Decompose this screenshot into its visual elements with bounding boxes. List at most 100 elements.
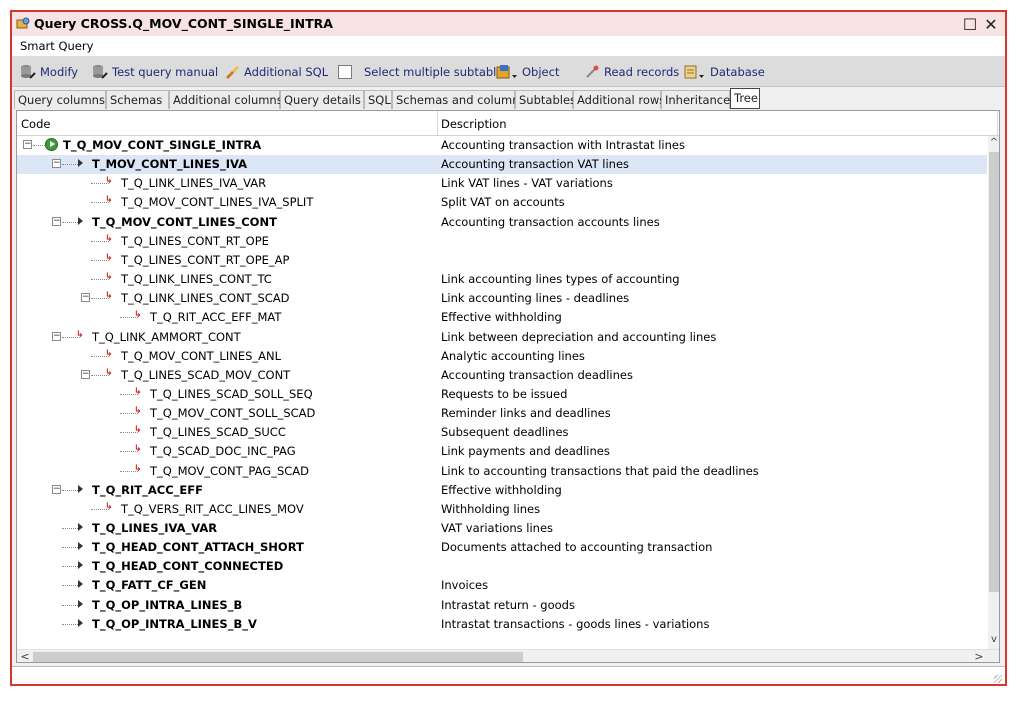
menu-smart-query[interactable]: Smart Query — [20, 39, 93, 53]
tree-row[interactable]: ↳ T_Q_LINES_CONT_RT_OPE — [17, 232, 987, 251]
tab-sql[interactable]: SQL — [364, 90, 392, 109]
column-header-description[interactable]: Description — [441, 117, 507, 131]
subtable-arrow-icon — [78, 619, 83, 627]
tab-subtables[interactable]: Subtables — [515, 90, 576, 109]
tree-row[interactable]: − ↳ T_Q_LINK_LINES_CONT_SCAD Link accountin… — [17, 289, 987, 308]
collapse-toggle-icon[interactable]: − — [52, 159, 61, 168]
tab-schemas[interactable]: Schemas — [106, 90, 169, 109]
tree-row-code: T_Q_VERS_RIT_ACC_LINES_MOV — [121, 502, 304, 516]
tree-row-description: Link payments and deadlines — [441, 444, 610, 458]
tree-row-code: T_Q_MOV_CONT_LINES_IVA_SPLIT — [121, 195, 314, 209]
tree-row-description: Accounting transaction with Intrastat li… — [441, 138, 685, 152]
tab-tree[interactable]: Tree — [730, 88, 760, 109]
column-separator[interactable] — [997, 111, 998, 135]
title-bar: Query CROSS.Q_MOV_CONT_SINGLE_INTRA ☐ ✕ — [12, 12, 1005, 36]
tree-row[interactable]: ↳ T_Q_LINES_SCAD_SUCC Subsequent deadlines — [17, 423, 987, 442]
database-button[interactable]: Database — [684, 63, 765, 81]
tree-row-code: T_Q_LINK_LINES_CONT_TC — [121, 272, 272, 286]
tree-row-code: T_Q_LINK_LINES_CONT_SCAD — [121, 291, 290, 305]
tree-row[interactable]: − T_Q_RIT_ACC_EFF Effective withholding — [17, 481, 987, 500]
tree-row-description: Intrastat return - goods — [441, 598, 575, 612]
tree-row[interactable]: − T_Q_MOV_CONT_LINES_CONT Accounting trans… — [17, 213, 987, 232]
tree-row[interactable]: ↳ T_Q_MOV_CONT_SOLL_SCAD Reminder links an… — [17, 404, 987, 423]
tree-row[interactable]: − ↳ T_Q_LINK_AMMORT_CONT Link between depre… — [17, 328, 987, 347]
collapse-toggle-icon[interactable]: − — [81, 293, 90, 302]
collapse-toggle-icon[interactable]: − — [52, 217, 61, 226]
select-multiple-subtables-toggle[interactable]: Select multiple subtables — [338, 63, 509, 81]
scroll-up-icon[interactable]: ^ — [988, 137, 999, 151]
tab-additional-rows[interactable]: Additional rows — [573, 90, 665, 109]
tree-row[interactable]: − T_MOV_CONT_LINES_IVA Accounting transact… — [17, 155, 987, 174]
vertical-scroll-thumb[interactable] — [989, 152, 999, 592]
tree-row-description: VAT variations lines — [441, 521, 554, 535]
tree-row[interactable]: T_Q_LINES_IVA_VAR VAT variations lines — [17, 519, 987, 538]
toolbar: Modify Test query manual Additional SQL … — [12, 56, 1005, 87]
vertical-scrollbar[interactable]: ^ v — [988, 136, 999, 650]
tree-row[interactable]: ↳ T_Q_MOV_CONT_PAG_SCAD Link to accounting… — [17, 462, 987, 481]
tree-row[interactable]: − ↳ T_Q_LINES_SCAD_MOV_CONT Accounting tran… — [17, 366, 987, 385]
tree-row-description: Split VAT on accounts — [441, 195, 565, 209]
collapse-toggle-icon[interactable]: − — [81, 370, 90, 379]
horizontal-scrollbar[interactable]: < > — [17, 649, 999, 662]
tree-row[interactable]: ↳ T_Q_RIT_ACC_EFF_MAT Effective withholdin… — [17, 308, 987, 327]
tree-row-description: Link to accounting transactions that pai… — [441, 464, 759, 478]
select-multiple-subtables-checkbox[interactable] — [338, 65, 352, 79]
link-icon: ↳ — [134, 464, 142, 474]
tree-row[interactable]: T_Q_HEAD_CONT_ATTACH_SHORT Documents atta… — [17, 538, 987, 557]
read-records-label: Read records — [604, 65, 680, 79]
test-query-manual-button[interactable]: Test query manual — [92, 63, 218, 81]
scroll-left-icon[interactable]: < — [18, 650, 32, 662]
scroll-right-icon[interactable]: > — [972, 650, 986, 662]
subtable-arrow-icon — [78, 580, 83, 588]
read-records-icon — [586, 65, 599, 78]
database-label: Database — [710, 65, 765, 79]
tree-row-code: T_Q_MOV_CONT_LINES_ANL — [121, 349, 282, 363]
tab-schemas-and-columns[interactable]: Schemas and columns — [392, 90, 526, 109]
tree-row[interactable]: ↳ T_Q_LINES_CONT_RT_OPE_AP — [17, 251, 987, 270]
menu-bar: Smart Query — [12, 36, 1005, 56]
link-icon: ↳ — [105, 368, 113, 378]
scroll-down-icon[interactable]: v — [988, 634, 999, 648]
tree-row-description: Requests to be issued — [441, 387, 568, 401]
tab-query-columns[interactable]: Query columns — [14, 90, 106, 109]
read-records-button[interactable]: Read records — [584, 63, 679, 81]
tree-row-description: Reminder links and deadlines — [441, 406, 611, 420]
tree-row-code: T_Q_LINK_LINES_IVA_VAR — [121, 176, 267, 190]
tree-panel: Code Description − T_Q_MOV_CONT_SINGLE_IN… — [16, 110, 1000, 663]
tree-row-code: T_Q_OP_INTRA_LINES_B — [92, 598, 243, 612]
tab-inheritance[interactable]: Inheritance — [661, 90, 730, 109]
subtable-arrow-icon — [78, 159, 83, 167]
resize-grip-icon[interactable] — [994, 675, 1002, 683]
tree-row[interactable]: ↳ T_Q_VERS_RIT_ACC_LINES_MOV Withholding l… — [17, 500, 987, 519]
collapse-toggle-icon[interactable]: − — [23, 140, 32, 149]
link-icon: ↳ — [134, 310, 142, 320]
horizontal-scroll-thumb[interactable] — [33, 652, 523, 662]
link-icon: ↳ — [105, 253, 113, 263]
collapse-toggle-icon[interactable]: − — [52, 332, 61, 341]
tree-row[interactable]: ↳ T_Q_MOV_CONT_LINES_ANL Analytic accounti… — [17, 347, 987, 366]
tree-row-code: T_Q_HEAD_CONT_CONNECTED — [92, 559, 284, 573]
tab-additional-columns[interactable]: Additional columns — [169, 90, 283, 109]
tab-query-details[interactable]: Query details — [280, 90, 364, 109]
tree-row[interactable]: T_Q_FATT_CF_GEN Invoices — [17, 576, 987, 595]
additional-sql-button[interactable]: Additional SQL — [224, 63, 328, 81]
column-header-code[interactable]: Code — [21, 117, 50, 131]
tree-row[interactable]: − T_Q_MOV_CONT_SINGLE_INTRA Accounting tra… — [17, 136, 987, 155]
tree-row[interactable]: ↳ T_Q_LINES_SCAD_SOLL_SEQ Requests to be i… — [17, 385, 987, 404]
column-separator[interactable] — [437, 111, 438, 135]
tree-rows: − T_Q_MOV_CONT_SINGLE_INTRA Accounting tra… — [17, 136, 987, 649]
collapse-toggle-icon[interactable]: − — [52, 485, 61, 494]
tree-row[interactable]: T_Q_OP_INTRA_LINES_B_V Intrastat transact… — [17, 615, 987, 634]
tree-row[interactable]: T_Q_HEAD_CONT_CONNECTED — [17, 557, 987, 576]
close-button[interactable]: ✕ — [974, 12, 1005, 36]
tree-row[interactable]: ↳ T_Q_MOV_CONT_LINES_IVA_SPLIT Split VAT o… — [17, 193, 987, 212]
object-button[interactable]: Object — [496, 63, 559, 81]
link-icon: ↳ — [134, 406, 142, 416]
subtable-arrow-icon — [78, 485, 83, 493]
tree-row[interactable]: ↳ T_Q_LINK_LINES_IVA_VAR Link VAT lines - … — [17, 174, 987, 193]
tree-row[interactable]: T_Q_OP_INTRA_LINES_B Intrastat return - g… — [17, 596, 987, 615]
modify-button[interactable]: Modify — [20, 63, 78, 81]
tree-row-description: Link VAT lines - VAT variations — [441, 176, 613, 190]
tree-row[interactable]: ↳ T_Q_SCAD_DOC_INC_PAG Link payments and d… — [17, 442, 987, 461]
tree-row[interactable]: ↳ T_Q_LINK_LINES_CONT_TC Link accounting l… — [17, 270, 987, 289]
